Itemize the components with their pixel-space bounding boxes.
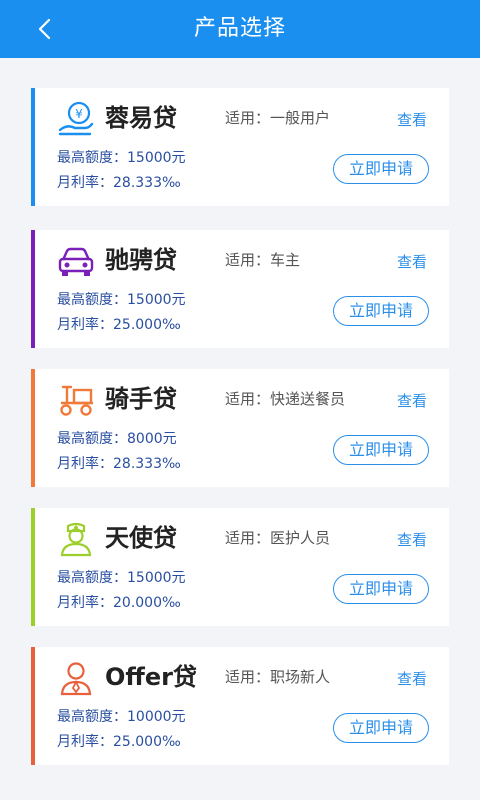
nurse-icon (60, 522, 92, 557)
top-bar: 产品选择 (0, 0, 480, 58)
monthly-rate: 月利率：20.000‰ (57, 595, 181, 611)
newcomer-icon (60, 662, 92, 696)
product-suit: 适用：职场新人 (225, 668, 331, 686)
view-link[interactable]: 查看 (397, 108, 427, 132)
scooter-icon (60, 385, 93, 416)
apply-button[interactable]: 立即申请 (333, 296, 429, 326)
max-limit: 最高额度：15000元 (57, 570, 186, 586)
product-card-qishou: 骑手贷 适用：快递送餐员 查看 最高额度：8000元 月利率：28.333‰ 立… (31, 369, 449, 487)
monthly-rate: 月利率：25.000‰ (57, 734, 181, 750)
product-card-tianshi: 天使贷 适用：医护人员 查看 最高额度：15000元 月利率：20.000‰ 立… (31, 508, 449, 626)
apply-button[interactable]: 立即申请 (333, 713, 429, 743)
money-hand-icon: ¥ (58, 101, 94, 136)
max-limit: 最高额度：8000元 (57, 431, 177, 447)
monthly-rate: 月利率：28.333‰ (57, 175, 181, 191)
product-suit: 适用：医护人员 (225, 529, 331, 547)
product-suit: 适用：快递送餐员 (225, 390, 346, 408)
product-name: 骑手贷 (105, 385, 177, 413)
product-card-rongyi: ¥ 蓉易贷 适用：一般用户 查看 最高额度：15000元 月利率：28.333‰… (31, 88, 449, 206)
monthly-rate: 月利率：25.000‰ (57, 317, 181, 333)
car-icon (58, 247, 94, 276)
product-card-offer: Offer贷 适用：职场新人 查看 最高额度：10000元 月利率：25.000… (31, 647, 449, 765)
apply-button[interactable]: 立即申请 (333, 154, 429, 184)
product-name: Offer贷 (105, 663, 197, 691)
max-limit: 最高额度：10000元 (57, 709, 186, 725)
svg-text:¥: ¥ (75, 107, 83, 121)
product-suit: 适用：车主 (225, 251, 301, 269)
monthly-rate: 月利率：28.333‰ (57, 456, 181, 472)
product-card-chicheng: 驰骋贷 适用：车主 查看 最高额度：15000元 月利率：25.000‰ 立即申… (31, 230, 449, 348)
apply-button[interactable]: 立即申请 (333, 435, 429, 465)
view-link[interactable]: 查看 (397, 528, 427, 552)
max-limit: 最高额度：15000元 (57, 292, 186, 308)
max-limit: 最高额度：15000元 (57, 150, 186, 166)
product-name: 驰骋贷 (105, 246, 177, 274)
view-link[interactable]: 查看 (397, 250, 427, 274)
product-suit: 适用：一般用户 (225, 109, 331, 127)
apply-button[interactable]: 立即申请 (333, 574, 429, 604)
view-link[interactable]: 查看 (397, 389, 427, 413)
product-name: 天使贷 (105, 524, 177, 552)
product-name: 蓉易贷 (105, 104, 177, 132)
view-link[interactable]: 查看 (397, 667, 427, 691)
page-title: 产品选择 (193, 16, 286, 41)
